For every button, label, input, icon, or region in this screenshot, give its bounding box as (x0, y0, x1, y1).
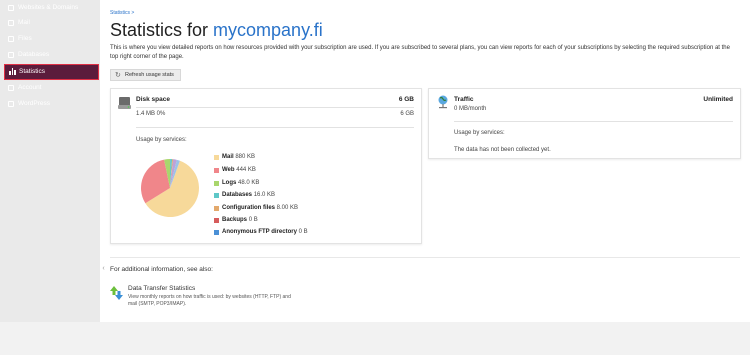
sidebar-item-statistics[interactable]: Statistics (4, 64, 99, 80)
mail-icon (8, 20, 14, 26)
sidebar-item-label: Statistics (19, 68, 46, 75)
refresh-usage-stats-button[interactable]: ↻ Refresh usage stats (110, 69, 181, 81)
sidebar-item-label: Files (18, 35, 32, 42)
disk-space-title: Disk space (136, 96, 170, 103)
wordpress-icon (8, 101, 14, 107)
disk-space-limit: 6 GB (398, 96, 414, 103)
database-icon (8, 52, 14, 58)
divider (136, 107, 414, 108)
legend-swatch (214, 230, 219, 235)
data-transfer-statistics-description: View monthly reports on how traffic is u… (128, 294, 291, 307)
legend-swatch (214, 193, 219, 198)
sidebar-item-websites-domains[interactable]: Websites & Domains (4, 0, 99, 16)
globe-icon (8, 5, 14, 11)
sidebar-item-label: Mail (18, 19, 30, 26)
data-transfer-statistics-link[interactable]: Data Transfer Statistics (128, 285, 195, 292)
legend-swatch (214, 181, 219, 186)
bar-chart-icon (9, 68, 16, 75)
breadcrumb[interactable]: Statistics > (110, 10, 134, 16)
user-icon (8, 85, 14, 91)
traffic-globe-icon (438, 95, 448, 109)
usage-by-services-label: Usage by services: (136, 137, 187, 143)
data-transfer-icon (110, 286, 123, 300)
sidebar: Websites & Domains Mail Files Databases … (0, 0, 100, 322)
legend-swatch (214, 168, 219, 173)
page-title: Statistics for mycompany.fi (110, 20, 323, 41)
divider (136, 127, 414, 128)
collapse-sidebar-icon[interactable]: ‹ (100, 262, 107, 276)
traffic-title: Traffic (454, 96, 474, 103)
sidebar-item-databases[interactable]: Databases (4, 47, 99, 63)
sidebar-item-label: WordPress (18, 100, 51, 107)
footer-area (0, 322, 750, 355)
refresh-icon: ↻ (115, 72, 121, 79)
sidebar-item-wordpress[interactable]: WordPress (4, 96, 99, 112)
page-title-domain: mycompany.fi (213, 20, 323, 40)
sidebar-item-mail[interactable]: Mail (4, 15, 99, 31)
traffic-usage-label: Usage by services: (454, 130, 505, 136)
traffic-no-data: The data has not been collected yet. (454, 147, 551, 153)
legend-swatch (214, 155, 219, 160)
sidebar-item-account[interactable]: Account (4, 80, 99, 96)
disk-space-card: Disk space 6 GB 1.4 MB 0% 6 GB Usage by … (110, 88, 422, 244)
sidebar-item-label: Databases (18, 51, 50, 58)
sidebar-item-label: Account (18, 84, 42, 91)
disk-space-used-limit: 6 GB (400, 111, 414, 117)
divider (454, 121, 733, 122)
page-title-prefix: Statistics for (110, 20, 214, 40)
legend-swatch (214, 218, 219, 223)
page-description: This is where you view detailed reports … (110, 45, 730, 60)
traffic-limit: Unlimited (703, 96, 733, 103)
legend-swatch (214, 206, 219, 211)
sidebar-item-files[interactable]: Files (4, 31, 99, 47)
folder-icon (8, 36, 14, 42)
disk-usage-pie-chart (141, 159, 199, 217)
refresh-button-label: Refresh usage stats (125, 72, 174, 78)
traffic-used: 0 MB/month (454, 106, 487, 112)
hard-drive-icon (118, 97, 131, 109)
traffic-card: Traffic Unlimited 0 MB/month Usage by se… (428, 88, 741, 159)
sidebar-item-label: Websites & Domains (18, 4, 79, 11)
disk-space-used: 1.4 MB 0% (136, 111, 166, 117)
section-divider (110, 257, 740, 258)
additional-info-heading: For additional information, see also: (110, 266, 213, 273)
